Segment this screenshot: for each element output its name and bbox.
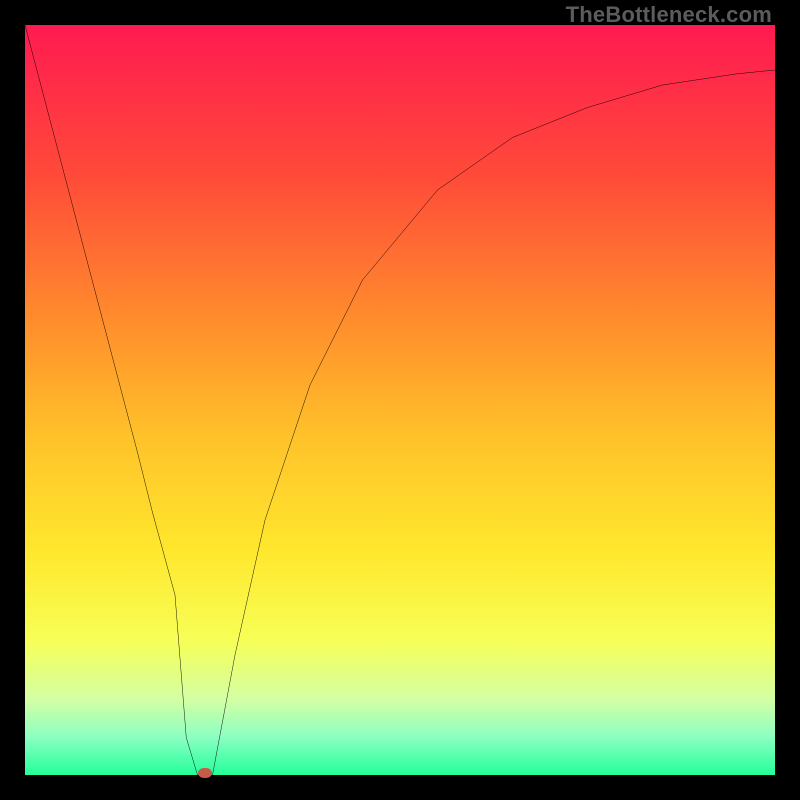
watermark-label: TheBottleneck.com xyxy=(566,2,772,28)
chart-frame: TheBottleneck.com xyxy=(0,0,800,800)
optimum-marker xyxy=(198,768,212,778)
plot-area xyxy=(25,25,775,775)
bottleneck-curve xyxy=(25,25,775,775)
